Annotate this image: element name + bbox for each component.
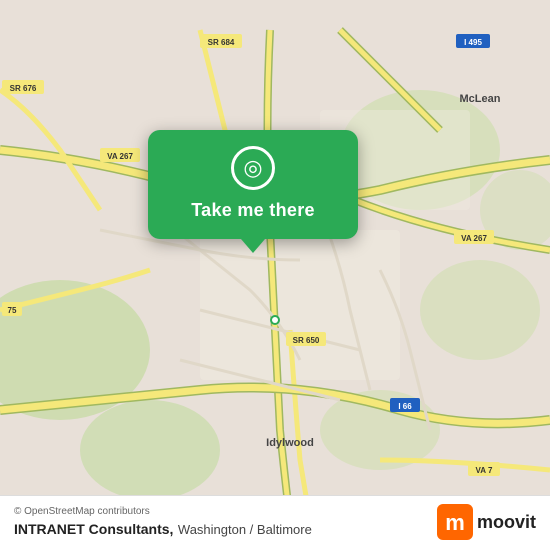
moovit-icon: m xyxy=(437,504,473,540)
take-me-there-button[interactable]: Take me there xyxy=(191,200,315,221)
svg-text:Idylwood: Idylwood xyxy=(266,437,314,449)
svg-text:VA 7: VA 7 xyxy=(476,466,493,475)
location-text: Washington / Baltimore xyxy=(178,522,312,537)
popup-card: ◎ Take me there xyxy=(148,130,358,239)
pin-icon: ◎ xyxy=(243,157,262,179)
moovit-logo: m moovit xyxy=(437,504,536,540)
location-pin: ◎ xyxy=(231,146,275,190)
bottom-info: © OpenStreetMap contributors INTRANET Co… xyxy=(14,506,312,539)
svg-text:VA 267: VA 267 xyxy=(461,234,487,243)
company-name: INTRANET Consultants, xyxy=(14,521,173,537)
svg-text:I 495: I 495 xyxy=(464,38,482,47)
company-info: INTRANET Consultants, Washington / Balti… xyxy=(14,521,312,539)
moovit-text: moovit xyxy=(477,512,536,533)
svg-text:I 66: I 66 xyxy=(398,402,412,411)
svg-text:SR 650: SR 650 xyxy=(293,336,320,345)
svg-text:McLean: McLean xyxy=(460,93,501,105)
osm-attribution: © OpenStreetMap contributors xyxy=(14,506,312,517)
bottom-bar: © OpenStreetMap contributors INTRANET Co… xyxy=(0,495,550,550)
svg-text:SR 676: SR 676 xyxy=(10,84,37,93)
map-container: SR 676 SR 684 I 495 VA 267 VA 267 VA 267… xyxy=(0,0,550,550)
svg-text:SR 684: SR 684 xyxy=(208,38,235,47)
svg-text:75: 75 xyxy=(8,306,17,315)
svg-text:VA 267: VA 267 xyxy=(107,152,133,161)
map-svg: SR 676 SR 684 I 495 VA 267 VA 267 VA 267… xyxy=(0,0,550,550)
svg-text:m: m xyxy=(445,510,465,535)
